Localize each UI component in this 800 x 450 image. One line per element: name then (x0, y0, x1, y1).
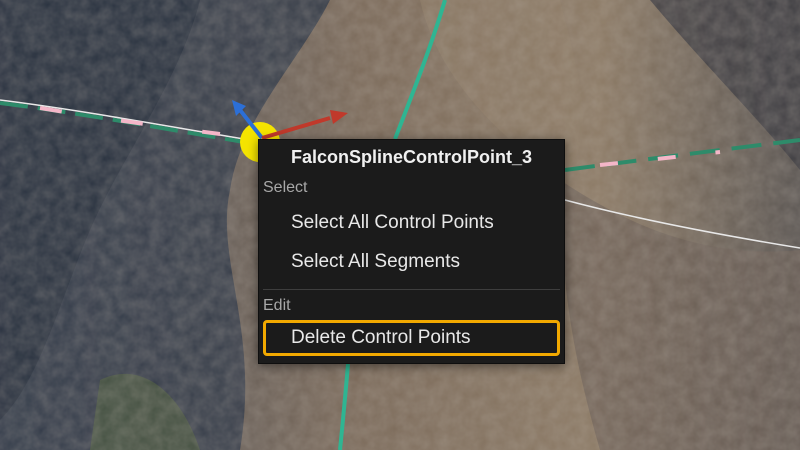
select-all-control-points-item[interactable]: Select All Control Points (263, 205, 560, 241)
section-header-edit: Edit (263, 297, 291, 314)
delete-control-points-item[interactable]: Delete Control Points (263, 320, 560, 356)
level-viewport[interactable]: FalconSplineControlPoint_3 Select Select… (0, 0, 800, 450)
menu-title: FalconSplineControlPoint_3 (291, 147, 533, 167)
menu-divider (263, 289, 560, 290)
context-menu: FalconSplineControlPoint_3 Select Select… (258, 139, 565, 364)
section-header-select: Select (263, 179, 308, 196)
select-all-segments-item[interactable]: Select All Segments (263, 244, 560, 280)
